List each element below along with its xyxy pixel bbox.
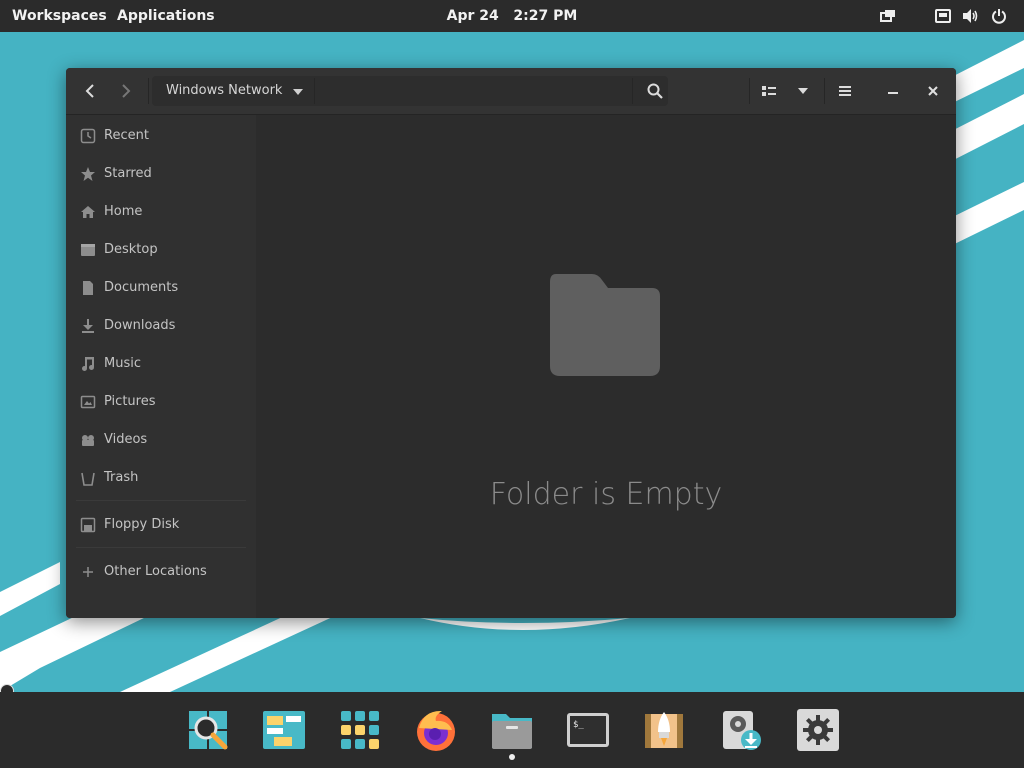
search-icon (647, 83, 663, 99)
terminal-icon[interactable]: $_ (566, 708, 610, 752)
places-sidebar: Recent Starred Home Desktop Documents Do… (66, 115, 256, 618)
search-button[interactable] (638, 76, 672, 106)
chevron-down-icon (798, 88, 808, 94)
minimize-icon (888, 92, 898, 94)
installer-icon[interactable] (720, 708, 764, 752)
sidebar-item-downloads[interactable]: Downloads (66, 310, 256, 342)
file-manager-window: Windows Network Recent Starred Home Desk… (66, 68, 956, 618)
sidebar-item-pictures[interactable]: Pictures (66, 386, 256, 418)
sidebar-divider (76, 500, 246, 501)
separator (148, 78, 149, 104)
svg-text:$_: $_ (573, 720, 584, 730)
app-grid-icon[interactable] (338, 708, 382, 752)
location-crumb[interactable]: Windows Network (152, 76, 312, 106)
sidebar-item-label: Trash (104, 470, 139, 485)
power-icon[interactable] (991, 8, 1007, 24)
empty-folder-message: Folder is Empty (489, 477, 723, 512)
sidebar-item-trash[interactable]: Trash (66, 462, 256, 494)
file-view[interactable]: Folder is Empty (256, 115, 956, 618)
time-label[interactable]: 2:27 PM (513, 8, 577, 24)
volume-icon[interactable] (962, 8, 978, 24)
sidebar-item-label: Home (104, 204, 143, 219)
launcher-icon[interactable] (642, 708, 686, 752)
active-app-indicator (509, 754, 515, 760)
home-icon (81, 206, 95, 218)
sidebar-item-starred[interactable]: Starred (66, 158, 256, 190)
picture-icon (80, 395, 96, 409)
sidebar-item-documents[interactable]: Documents (66, 272, 256, 304)
workspaces-button[interactable]: Workspaces (12, 0, 107, 32)
sidebar-item-other-locations[interactable]: Other Locations (66, 556, 256, 588)
clock-icon (80, 128, 96, 144)
sidebar-item-label: Recent (104, 128, 149, 143)
sidebar-item-music[interactable]: Music (66, 348, 256, 380)
dock: $_ (0, 692, 1024, 768)
star-icon (81, 167, 95, 181)
floppy-icon (80, 517, 96, 533)
sidebar-item-label: Downloads (104, 318, 176, 333)
sidebar-item-desktop[interactable]: Desktop (66, 234, 256, 266)
search-app-icon[interactable] (186, 708, 230, 752)
sidebar-item-recent[interactable]: Recent (66, 120, 256, 152)
sidebar-item-label: Videos (104, 432, 148, 447)
empty-folder-icon (550, 274, 660, 376)
workspaces-app-icon[interactable] (262, 708, 306, 752)
sidebar-item-label: Pictures (104, 394, 156, 409)
video-icon (82, 435, 94, 446)
firefox-icon[interactable] (414, 708, 458, 752)
sidebar-divider (76, 547, 246, 548)
close-button[interactable] (918, 76, 948, 106)
sidebar-item-label: Desktop (104, 242, 158, 257)
network-icon[interactable] (935, 8, 951, 24)
files-icon[interactable] (490, 708, 534, 752)
download-icon (82, 319, 94, 333)
trash-icon (81, 472, 95, 486)
view-options-button[interactable] (786, 76, 820, 106)
location-label: Windows Network (166, 83, 283, 98)
close-icon (928, 86, 938, 96)
chevron-down-icon (293, 89, 303, 95)
menu-button[interactable] (828, 76, 862, 106)
separator (824, 78, 825, 104)
top-panel: Workspaces Applications Apr 24 2:27 PM (0, 0, 1024, 32)
sidebar-item-label: Starred (104, 166, 152, 181)
chevron-right-icon (122, 84, 131, 98)
view-mode-button[interactable] (752, 76, 786, 106)
desktop-icon (81, 244, 95, 256)
chevron-left-icon (85, 84, 94, 98)
sidebar-item-label: Floppy Disk (104, 517, 180, 532)
plus-icon (83, 567, 93, 577)
date-label[interactable]: Apr 24 (447, 8, 499, 24)
forward-button[interactable] (110, 76, 142, 106)
sidebar-item-home[interactable]: Home (66, 196, 256, 228)
applications-button[interactable]: Applications (117, 0, 215, 32)
sidebar-item-label: Other Locations (104, 564, 207, 579)
separator (632, 78, 633, 104)
sidebar-item-floppy-disk[interactable]: Floppy Disk (66, 509, 256, 541)
graphics-switch-icon[interactable] (880, 8, 896, 24)
separator (749, 78, 750, 104)
list-view-icon (762, 86, 776, 96)
music-icon (82, 357, 94, 371)
headerbar: Windows Network (66, 68, 956, 115)
settings-icon[interactable] (796, 708, 840, 752)
sidebar-item-label: Documents (104, 280, 179, 295)
sidebar-item-videos[interactable]: Videos (66, 424, 256, 456)
back-button[interactable] (74, 76, 106, 106)
sidebar-item-label: Music (104, 356, 141, 371)
separator (314, 78, 315, 104)
hamburger-menu-icon (839, 86, 851, 96)
minimize-button[interactable] (878, 76, 908, 106)
document-icon (83, 281, 93, 295)
path-bar[interactable]: Windows Network (152, 76, 668, 106)
